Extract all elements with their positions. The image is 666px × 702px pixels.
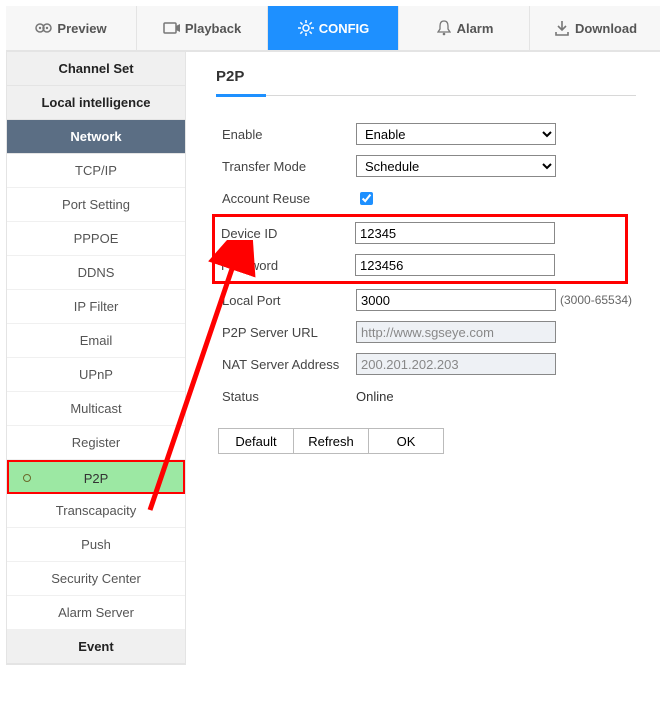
download-icon	[553, 19, 571, 37]
ok-button[interactable]: OK	[368, 428, 444, 454]
main-panel: P2P Enable Enable Transfer Mode Schedule…	[186, 52, 660, 665]
tab-alarm-label: Alarm	[457, 21, 494, 36]
device-id-input[interactable]	[355, 222, 555, 244]
tab-preview[interactable]: Preview	[6, 6, 137, 50]
sidebar-item-ip-filter[interactable]: IP Filter	[7, 290, 185, 324]
highlight-box: Device ID Password	[212, 214, 628, 284]
account-reuse-checkbox[interactable]	[360, 192, 373, 205]
p2p-url-input	[356, 321, 556, 343]
gear-icon	[297, 19, 315, 37]
sidebar-item-pppoe[interactable]: PPPOE	[7, 222, 185, 256]
sidebar-item-transcapacity[interactable]: Transcapacity	[7, 494, 185, 528]
top-nav: Preview Playback CONFIG Alarm Download	[6, 6, 660, 52]
tab-playback-label: Playback	[185, 21, 241, 36]
default-button[interactable]: Default	[218, 428, 294, 454]
label-password: Password	[215, 258, 355, 273]
nat-address-input	[356, 353, 556, 375]
sidebar-cat-network[interactable]: Network	[7, 120, 185, 154]
status-value: Online	[356, 389, 394, 404]
sidebar-item-email[interactable]: Email	[7, 324, 185, 358]
sidebar-item-register[interactable]: Register	[7, 426, 185, 460]
label-enable: Enable	[216, 127, 356, 142]
tab-playback[interactable]: Playback	[137, 6, 268, 50]
sidebar-item-p2p[interactable]: P2P	[7, 460, 185, 494]
sidebar-item-tcpip[interactable]: TCP/IP	[7, 154, 185, 188]
tab-download-label: Download	[575, 21, 637, 36]
label-device-id: Device ID	[215, 226, 355, 241]
label-account-reuse: Account Reuse	[216, 191, 356, 206]
local-port-hint: (3000-65534)	[560, 293, 632, 307]
tab-config-label: CONFIG	[319, 21, 370, 36]
sidebar-cat-channel-set[interactable]: Channel Set	[7, 52, 185, 86]
sidebar-item-alarm-server[interactable]: Alarm Server	[7, 596, 185, 630]
label-status: Status	[216, 389, 356, 404]
tab-alarm[interactable]: Alarm	[399, 6, 530, 50]
sidebar: Channel Set Local intelligence Network T…	[6, 52, 186, 665]
refresh-button[interactable]: Refresh	[293, 428, 369, 454]
playback-icon	[163, 19, 181, 37]
bell-icon	[435, 19, 453, 37]
local-port-input[interactable]	[356, 289, 556, 311]
sidebar-item-port-setting[interactable]: Port Setting	[7, 188, 185, 222]
label-nat-server-address: NAT Server Address	[216, 357, 356, 372]
sidebar-item-multicast[interactable]: Multicast	[7, 392, 185, 426]
password-input[interactable]	[355, 254, 555, 276]
title-underline	[216, 95, 636, 96]
label-p2p-server-url: P2P Server URL	[216, 325, 356, 340]
camera-icon	[35, 19, 53, 37]
sidebar-item-upnp[interactable]: UPnP	[7, 358, 185, 392]
sidebar-item-push[interactable]: Push	[7, 528, 185, 562]
sidebar-item-ddns[interactable]: DDNS	[7, 256, 185, 290]
tab-preview-label: Preview	[57, 21, 106, 36]
sidebar-item-security-center[interactable]: Security Center	[7, 562, 185, 596]
label-transfer-mode: Transfer Mode	[216, 159, 356, 174]
tab-config[interactable]: CONFIG	[268, 6, 399, 50]
page-title: P2P	[216, 68, 660, 95]
tab-download[interactable]: Download	[530, 6, 660, 50]
transfer-mode-select[interactable]: Schedule	[356, 155, 556, 177]
button-bar: Default Refresh OK	[218, 428, 660, 454]
sidebar-cat-local-intelligence[interactable]: Local intelligence	[7, 86, 185, 120]
label-local-port: Local Port	[216, 293, 356, 308]
sidebar-cat-event[interactable]: Event	[7, 630, 185, 664]
enable-select[interactable]: Enable	[356, 123, 556, 145]
